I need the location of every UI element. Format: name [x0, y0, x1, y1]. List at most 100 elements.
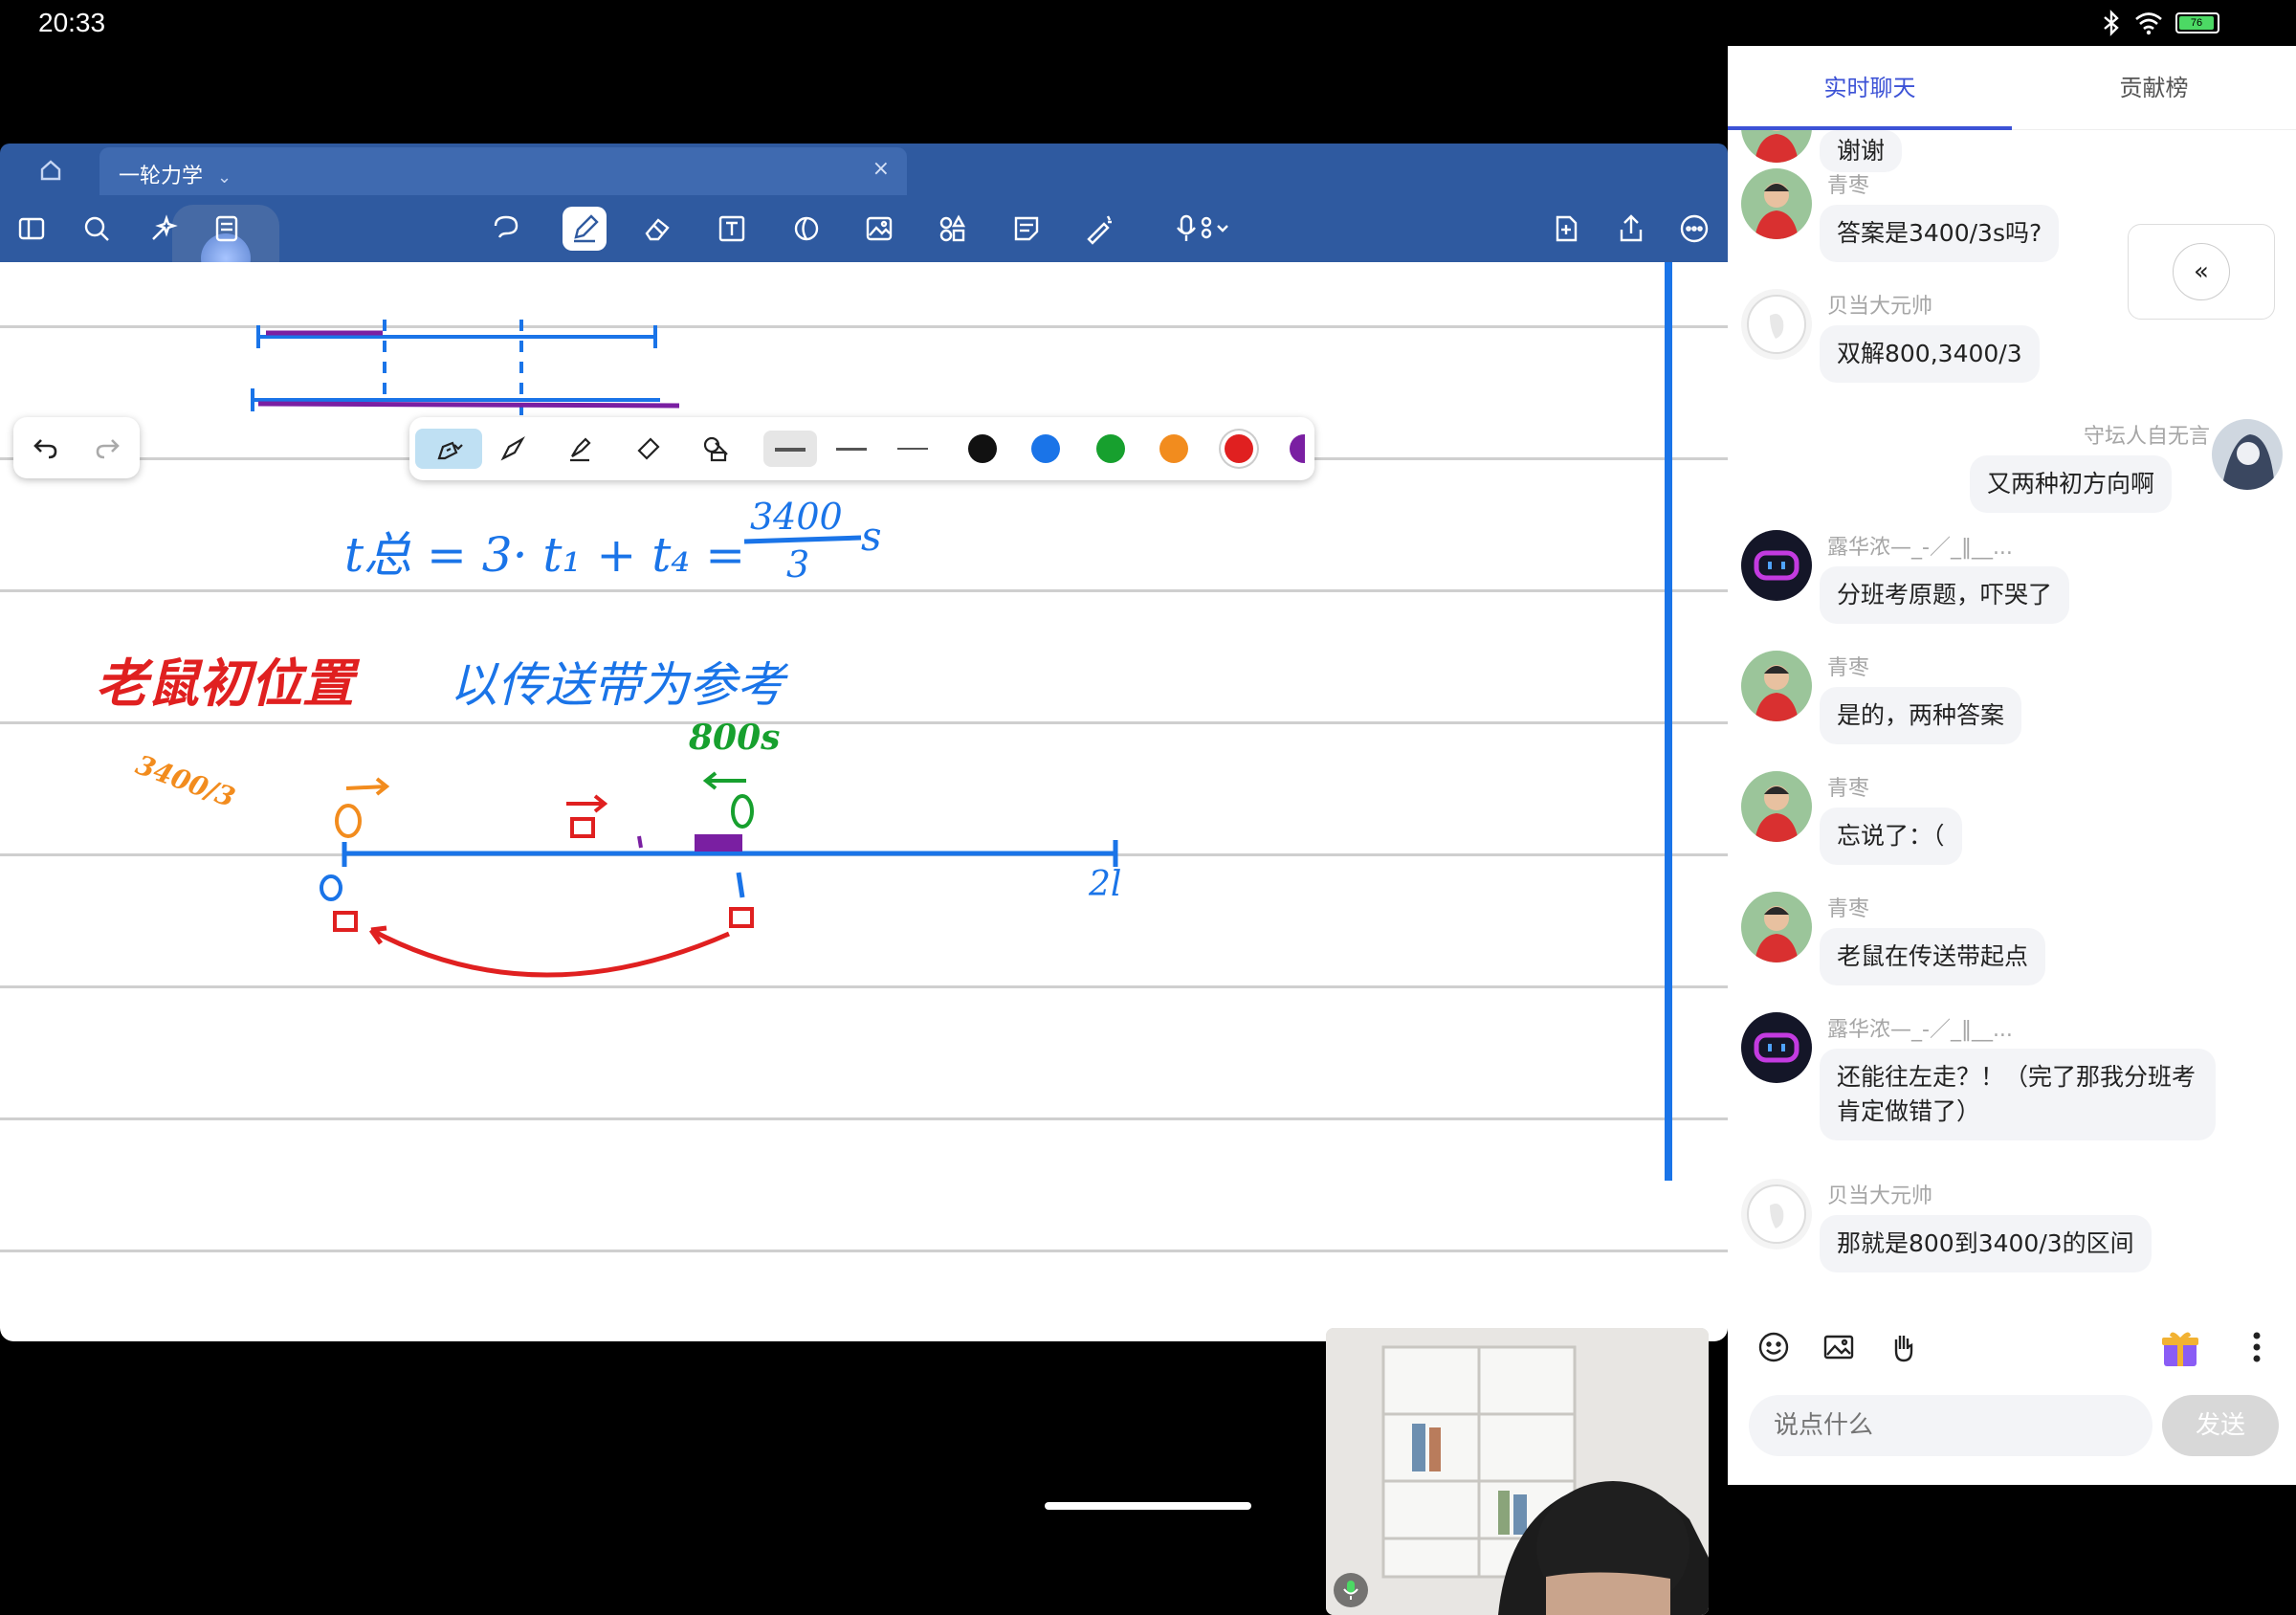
- chat-username: 守坛人自无言: [2083, 425, 2210, 449]
- bluetooth-icon: [2104, 10, 2119, 36]
- chat-panel: 实时聊天 贡献榜 谢谢 青枣 答案是3400/3s吗? 贝当大元帅 双解800,3400…: [1728, 46, 2296, 1485]
- formula-denominator: 3: [786, 543, 810, 586]
- thickness-thick[interactable]: [763, 431, 817, 467]
- avatar[interactable]: [1741, 1179, 1812, 1250]
- image-icon[interactable]: [857, 207, 901, 251]
- add-page-icon[interactable]: [1544, 207, 1588, 251]
- chat-bubble: 又两种初方向啊: [1969, 455, 2172, 513]
- wifi-icon: [2135, 12, 2162, 35]
- chat-bubble: 答案是3400/3s吗?: [1820, 205, 2060, 262]
- ballpoint-pen-tool[interactable]: [492, 429, 534, 469]
- chat-username: 露华浓—_-／_‖__...: [1827, 536, 2013, 560]
- raise-hand-icon[interactable]: [1887, 1330, 1921, 1364]
- chat-username: 青枣: [1827, 777, 1870, 801]
- chat-bubble: 那就是800到3400/3的区间: [1820, 1215, 2152, 1272]
- send-button[interactable]: 发送: [2162, 1395, 2279, 1456]
- search-icon[interactable]: [75, 207, 119, 251]
- magic-sparkle-icon[interactable]: [140, 207, 184, 251]
- chat-username: 青枣: [1827, 897, 1870, 921]
- more-options-icon[interactable]: [1672, 207, 1716, 251]
- chat-bubble: 是的，两种答案: [1820, 687, 2022, 744]
- thickness-thin[interactable]: [886, 431, 939, 467]
- status-time: 20:33: [38, 8, 106, 37]
- chevron-down-icon: ⌄: [217, 167, 232, 188]
- formula-numerator: 3400: [750, 496, 843, 538]
- eraser-icon[interactable]: [635, 207, 679, 251]
- document-tab[interactable]: 一轮力学 ⌄ ×: [99, 147, 907, 195]
- avatar[interactable]: [1741, 130, 1812, 163]
- avatar[interactable]: [1741, 168, 1812, 239]
- avatar[interactable]: [2212, 419, 2283, 490]
- lasso-select-icon[interactable]: [484, 207, 528, 251]
- chat-bubble: 还能往左走？！（完了那我分班考肯定做错了）: [1820, 1049, 2216, 1140]
- avatar[interactable]: [1741, 892, 1812, 962]
- notes-app: 一轮力学 ⌄ × t总 = 3· t₁ + t₄ = 3400 3 s 老鼠初位…: [0, 144, 1728, 1615]
- home-tab[interactable]: [17, 151, 84, 189]
- shapes-icon[interactable]: [784, 207, 828, 251]
- main-toolbar: [0, 195, 1728, 312]
- pen-tool-icon[interactable]: [563, 207, 607, 251]
- status-bar: 20:33 76: [0, 0, 2296, 48]
- sticky-note-icon[interactable]: [1004, 207, 1049, 251]
- formula-unit: s: [861, 513, 882, 560]
- color-purple[interactable]: [1290, 434, 1305, 463]
- image-icon[interactable]: [1821, 1330, 1856, 1364]
- input-tools: [1756, 1330, 1921, 1364]
- undo-icon[interactable]: [30, 432, 60, 463]
- document-tab-title: 一轮力学: [119, 165, 204, 188]
- mic-status-badge: [1334, 1573, 1368, 1607]
- gift-icon[interactable]: [2158, 1326, 2202, 1370]
- vertical-more-icon[interactable]: [2252, 1330, 2262, 1364]
- chat-username: 青枣: [1827, 174, 1870, 198]
- avatar[interactable]: [1741, 530, 1812, 601]
- emoji-icon[interactable]: [1756, 1330, 1791, 1364]
- chat-username: 贝当大元帅: [1827, 295, 1933, 319]
- chat-username: 青枣: [1827, 656, 1870, 680]
- label-2l: 2l: [1089, 865, 1122, 904]
- formula-text: t总 = 3· t₁ + t₄ =: [344, 527, 746, 583]
- chat-bubble: 双解800,3400/3: [1820, 325, 2040, 383]
- collapse-panel-button[interactable]: «: [2128, 224, 2275, 320]
- avatar[interactable]: [1741, 1012, 1812, 1083]
- green-time-label: 800s: [689, 718, 781, 758]
- color-green[interactable]: [1096, 434, 1125, 463]
- avatar[interactable]: [1741, 289, 1812, 360]
- teacher-video-frame: [1326, 1328, 1709, 1615]
- laser-pointer-icon[interactable]: [1077, 207, 1121, 251]
- color-orange[interactable]: [1159, 434, 1188, 463]
- microphone-icon: [1343, 1581, 1358, 1600]
- sidebar-toggle-icon[interactable]: [10, 207, 54, 251]
- redo-icon[interactable]: [93, 432, 123, 463]
- chat-input-area: 发送: [1728, 1305, 2296, 1485]
- thickness-medium[interactable]: [825, 431, 878, 467]
- notes-list-icon[interactable]: [205, 207, 249, 251]
- tab-strip: 一轮力学 ⌄ ×: [0, 144, 1728, 195]
- chat-bubble: 谢谢: [1820, 130, 1903, 172]
- avatar[interactable]: [1741, 651, 1812, 721]
- teacher-video[interactable]: [1326, 1328, 1709, 1615]
- color-red[interactable]: [1225, 434, 1253, 463]
- eraser-tool[interactable]: [628, 429, 670, 469]
- chat-username: 露华浓—_-／_‖__...: [1827, 1018, 2013, 1042]
- tab-contribution-rank[interactable]: 贡献榜: [2012, 69, 2296, 102]
- tab-live-chat[interactable]: 实时聊天: [1728, 69, 2012, 102]
- message-input[interactable]: [1749, 1395, 2152, 1456]
- avatar[interactable]: [1741, 771, 1812, 842]
- color-black[interactable]: [968, 434, 997, 463]
- chat-username: 贝当大元帅: [1827, 1184, 1933, 1208]
- fountain-pen-tool[interactable]: [415, 429, 482, 469]
- status-icons: 76: [2101, 10, 2219, 36]
- chat-bubble: 分班考原题，吓哭了: [1820, 566, 2070, 624]
- home-indicator[interactable]: [1045, 1502, 1251, 1510]
- highlighter-tool[interactable]: [559, 429, 601, 469]
- audio-record-icon[interactable]: [1165, 207, 1240, 251]
- chat-bubble: 老鼠在传送带起点: [1820, 928, 2046, 985]
- share-icon[interactable]: [1609, 207, 1653, 251]
- blue-heading: 以传送带为参考: [450, 657, 784, 713]
- text-box-icon[interactable]: [710, 207, 754, 251]
- shape-pen-tool[interactable]: [695, 429, 737, 469]
- undo-redo-bar: [13, 417, 140, 478]
- elements-icon[interactable]: [930, 207, 974, 251]
- color-blue[interactable]: [1031, 434, 1060, 463]
- close-tab-icon[interactable]: ×: [872, 157, 890, 181]
